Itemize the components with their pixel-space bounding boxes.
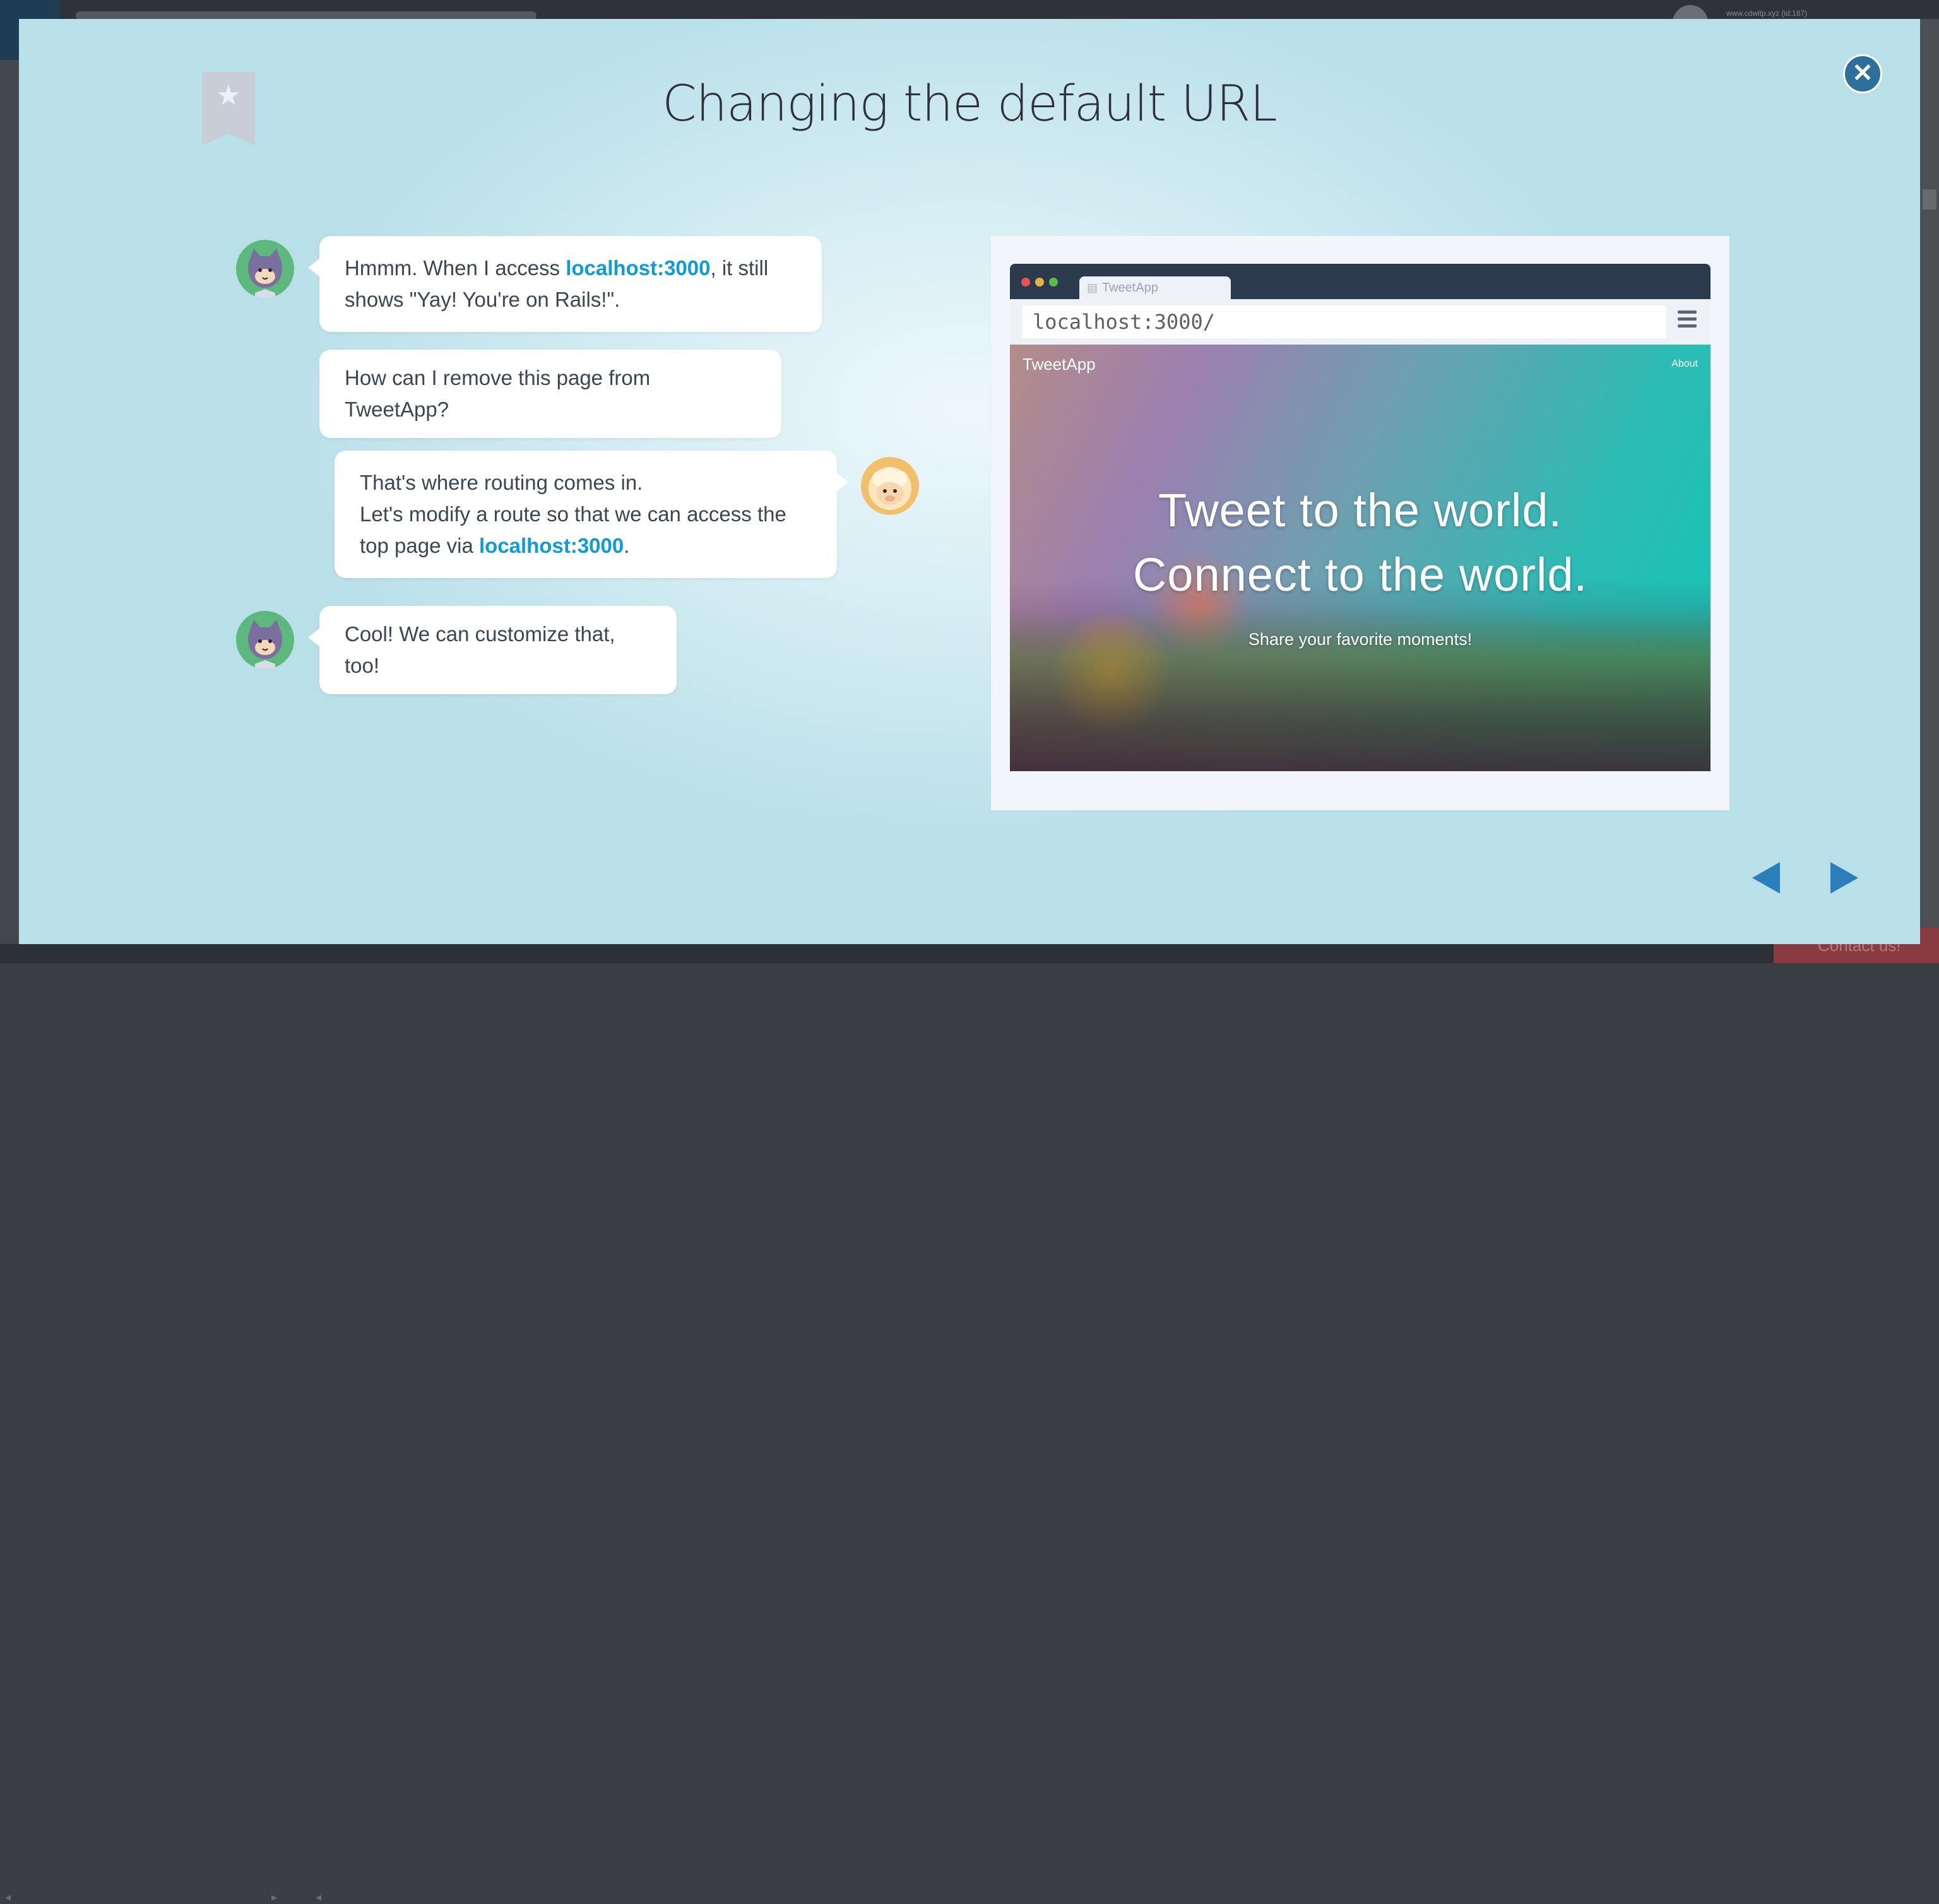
triangle-right-icon[interactable] — [1830, 862, 1858, 894]
chat-bubble-3: That's where routing comes in. Let's mod… — [335, 451, 848, 578]
triangle-left-icon[interactable] — [1752, 862, 1780, 894]
cat-avatar — [236, 240, 294, 298]
tweetapp-about-link: About — [1671, 358, 1698, 369]
background-scroll-right-icon[interactable]: ▸ — [271, 1891, 277, 1904]
chat-bubble-4: Cool! We can customize that, too! — [308, 606, 677, 694]
sheep-avatar — [861, 457, 919, 515]
chat-bubble-1-highlight: localhost:3000 — [566, 256, 711, 280]
background-scrollbar-track — [1920, 19, 1939, 944]
tweetapp-logo: TweetApp — [1023, 355, 1096, 374]
browser-mockup: ▤ TweetApp localhost:3000/ TweetApp Abou… — [991, 236, 1729, 810]
background-scrollbar-thumb[interactable] — [1923, 189, 1936, 210]
chat-bubble-1-text-pre: Hmmm. When I access — [345, 256, 566, 280]
chat-bubble-3-line1: That's where routing comes in. — [360, 471, 643, 494]
hero-headline-1: Tweet to the world. — [1158, 484, 1563, 536]
window-minimize-dot — [1035, 278, 1044, 287]
browser-tab: ▤ TweetApp — [1079, 276, 1231, 299]
tweetapp-hero: TweetApp About Tweet to the world. Conne… — [1010, 345, 1711, 771]
hero-subtitle: Share your favorite moments! — [1248, 630, 1473, 649]
chat-bubble-1: Hmmm. When I access localhost:3000, it s… — [308, 236, 822, 332]
window-close-dot — [1021, 278, 1030, 287]
cat-avatar-2 — [236, 611, 294, 669]
close-icon: ✕ — [1852, 59, 1873, 87]
browser-address-row: localhost:3000/ — [1010, 299, 1711, 345]
hero-headline-2: Connect to the world. — [1132, 548, 1588, 601]
browser-address-bar: localhost:3000/ — [1023, 305, 1666, 338]
page-icon: ▤ — [1087, 281, 1098, 294]
window-maximize-dot — [1049, 278, 1058, 287]
background-scroll-left-icon-2[interactable]: ◂ — [316, 1891, 321, 1904]
chat-bubble-3-highlight: localhost:3000 — [478, 534, 624, 557]
browser-titlebar: ▤ TweetApp — [1010, 264, 1711, 299]
background-bottom-bar: ◂ ▸ ◂ — [0, 944, 1939, 1903]
close-button[interactable]: ✕ — [1843, 54, 1882, 93]
background-left-rail — [0, 60, 19, 943]
chat-bubble-3-text-post: . — [624, 534, 630, 557]
chat-bubble-2: How can I remove this page from TweetApp… — [319, 350, 781, 438]
lesson-slide-modal: ★ Changing the default URL ✕ Hmmm. When … — [19, 19, 1920, 944]
background-user-text: www.cdwitp.xyz (id:187) — [1726, 9, 1808, 18]
hamburger-menu-icon — [1678, 310, 1698, 333]
chat-bubble-4-text: Cool! We can customize that, too! — [345, 622, 615, 677]
slide-title: Changing the default URL — [662, 76, 1277, 133]
browser-tab-title: TweetApp — [1102, 281, 1158, 295]
background-scroll-left-icon[interactable]: ◂ — [5, 1891, 11, 1904]
chat-bubble-2-text: How can I remove this page from TweetApp… — [345, 366, 651, 421]
